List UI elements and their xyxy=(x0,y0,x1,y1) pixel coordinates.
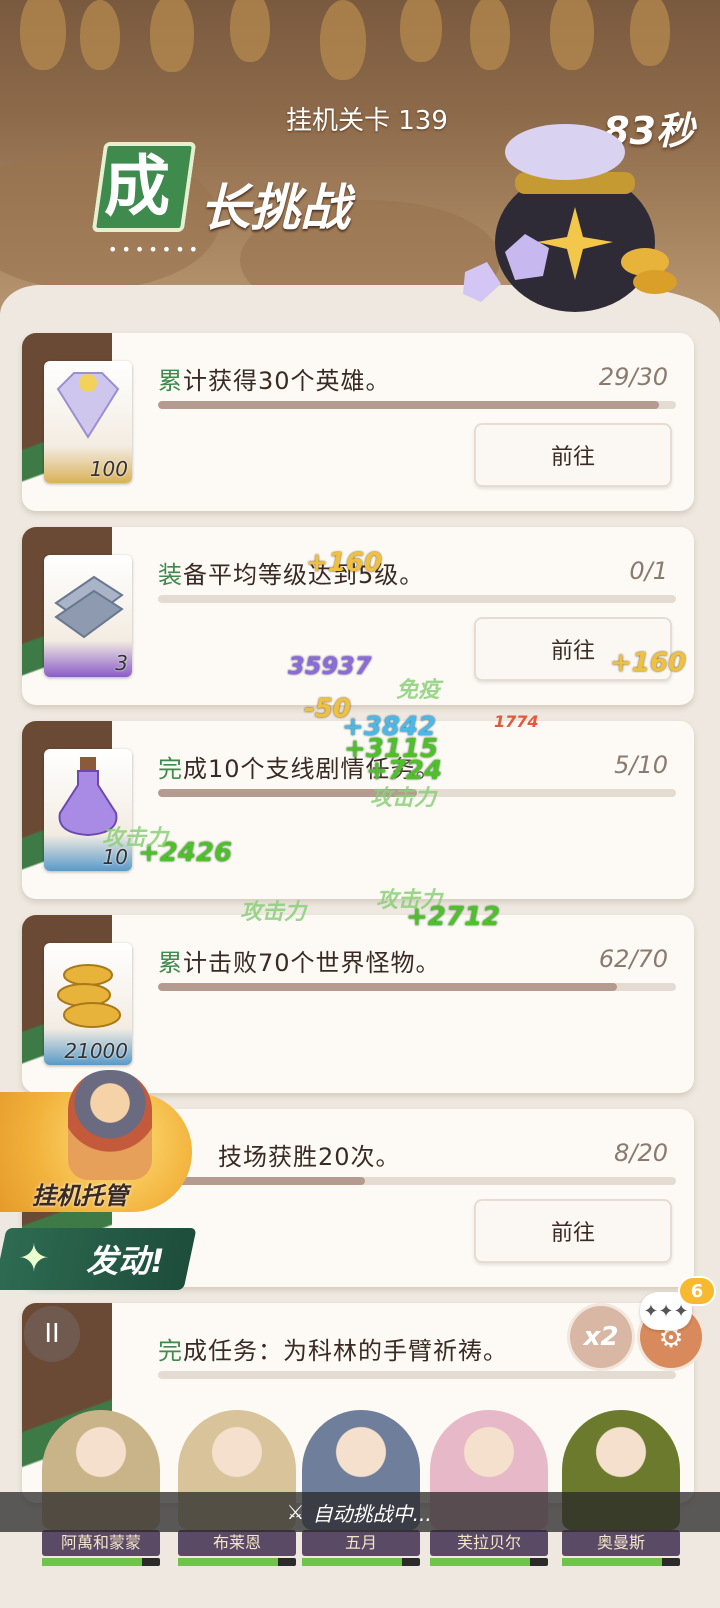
hero-name: 五月 xyxy=(302,1530,420,1556)
reward-quantity: 10 xyxy=(102,845,128,869)
task-description: 装备平均等级达到5级。 xyxy=(158,561,425,589)
task-progress-text: 5/10 xyxy=(614,751,668,779)
task-description: 完成10个支线剧情任务。 xyxy=(158,755,441,783)
task-progress-bar xyxy=(158,1177,676,1185)
pause-button[interactable]: II xyxy=(24,1306,80,1362)
task-card: 3 装备平均等级达到5级。 0/1 前往 xyxy=(22,527,694,705)
task-card: 21000 累计击败70个世界怪物。 62/70 xyxy=(22,915,694,1093)
task-description: 累计击败70个世界怪物。 xyxy=(158,949,441,977)
reward-item[interactable]: 100 xyxy=(44,361,132,483)
idle-auto-label: 挂机托管 xyxy=(32,1182,128,1210)
task-description: 技场获胜20次。 xyxy=(218,1143,401,1171)
task-progress-text: 0/1 xyxy=(629,557,668,585)
hero-hp-bar xyxy=(42,1558,160,1566)
task-description: 累计获得30个英雄。 xyxy=(158,367,391,395)
reward-quantity: 100 xyxy=(89,457,128,481)
reward-item[interactable]: 10 xyxy=(44,749,132,871)
task-progress-text: 29/30 xyxy=(598,363,668,391)
reward-item[interactable]: 21000 xyxy=(44,943,132,1065)
reward-quantity: 21000 xyxy=(64,1039,128,1063)
title-dots: ••••••• xyxy=(108,240,203,259)
hero-hp-bar xyxy=(430,1558,548,1566)
hero-name: 芙拉贝尔 xyxy=(430,1530,548,1556)
potion-icon xyxy=(58,757,118,837)
task-progress-bar xyxy=(158,401,676,409)
task-card: 100 累计获得30个英雄。 29/30 前往 xyxy=(22,333,694,511)
auto-challenge-status: 自动挑战中... xyxy=(312,1501,432,1526)
auto-challenge-bar: ⚔ 自动挑战中... xyxy=(0,1492,720,1532)
title-badge: 成 xyxy=(91,142,197,232)
task-progress-bar xyxy=(158,595,676,603)
reward-quantity: 3 xyxy=(115,651,128,675)
diamond-icon xyxy=(56,372,120,439)
hero-hp-bar xyxy=(178,1558,296,1566)
silver-ingot-icon xyxy=(54,575,124,639)
hero-hp-bar xyxy=(302,1558,420,1566)
hero-team: 阿萬和蒙蒙 布莱恩 五月 芙拉贝尔 奥曼斯 xyxy=(0,1370,720,1608)
notification-badge: 6 xyxy=(680,1278,714,1304)
speed-toggle-button[interactable]: x2 xyxy=(570,1306,632,1368)
idle-mascot-icon xyxy=(68,1070,152,1180)
hero-name: 阿萬和蒙蒙 xyxy=(42,1530,160,1556)
launch-label: 发动! xyxy=(86,1242,165,1280)
task-progress-text: 8/20 xyxy=(614,1139,668,1167)
page-title: 长挑战 xyxy=(200,179,350,237)
stage-label: 挂机关卡 139 xyxy=(286,106,448,136)
task-description: 完成任务：为科林的手臂祈祷。 xyxy=(158,1337,508,1365)
hero-hp-bar xyxy=(562,1558,680,1566)
treasure-bag-icon xyxy=(463,124,677,312)
hero-name: 布莱恩 xyxy=(178,1530,296,1556)
hero-name: 奥曼斯 xyxy=(562,1530,680,1556)
sword-icon: ⚔ xyxy=(288,1500,303,1524)
task-progress-text: 62/70 xyxy=(598,945,668,973)
task-progress-bar xyxy=(158,983,676,991)
task-progress-bar xyxy=(158,789,676,797)
gold-coins-icon xyxy=(57,964,121,1028)
reward-item[interactable]: 3 xyxy=(44,555,132,677)
task-card: 10 完成10个支线剧情任务。 5/10 xyxy=(22,721,694,899)
go-button[interactable]: 前往 xyxy=(474,423,672,487)
go-button[interactable]: 前往 xyxy=(474,617,672,681)
go-button[interactable]: 前往 xyxy=(474,1199,672,1263)
sparkle-icon: ✦ xyxy=(18,1236,50,1280)
